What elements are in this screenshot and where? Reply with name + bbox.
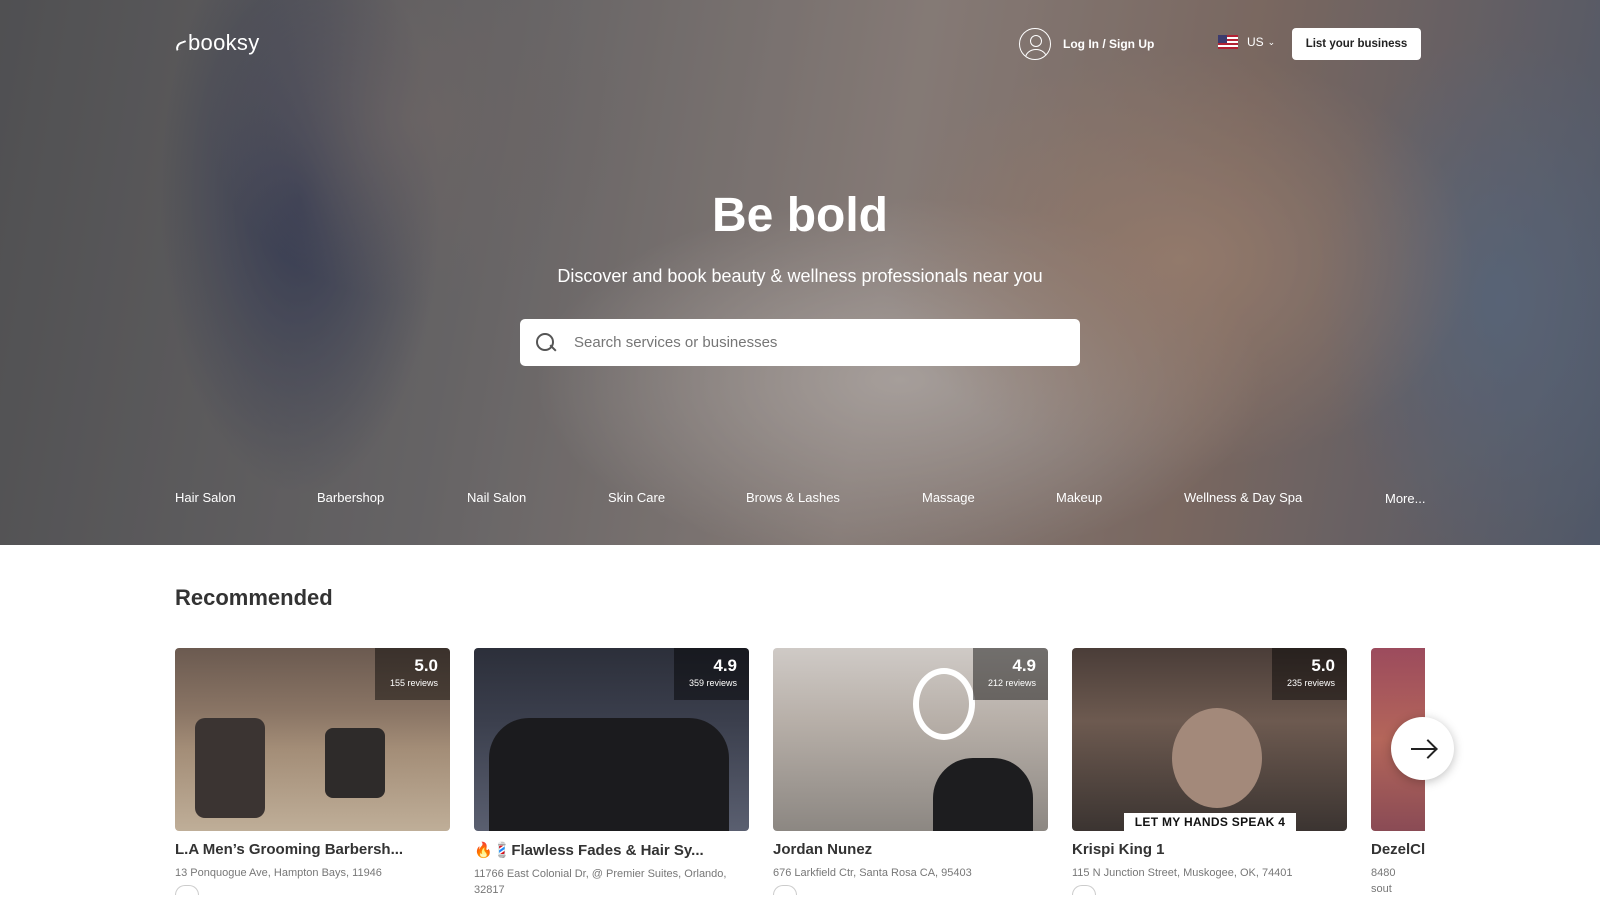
- category-nail-salon[interactable]: Nail Salon: [467, 490, 526, 505]
- business-name: Jordan Nunez: [773, 841, 873, 858]
- review-count: 235 reviews: [1286, 678, 1335, 688]
- search-input[interactable]: [574, 334, 1034, 351]
- category-makeup[interactable]: Makeup: [1056, 490, 1102, 505]
- rating-badge: 5.0 235 reviews: [1272, 648, 1347, 700]
- rating-badge: 4.9 359 reviews: [674, 648, 749, 700]
- business-card[interactable]: 5.0 155 reviews L.A Men’s Grooming Barbe…: [175, 648, 450, 895]
- carousel-next-button[interactable]: [1391, 717, 1454, 780]
- search-bar[interactable]: [520, 319, 1080, 366]
- business-photo: 5.0 155 reviews: [175, 648, 450, 831]
- business-address: 8480 sout 89183: [1371, 867, 1402, 900]
- country-code: US: [1247, 35, 1264, 49]
- business-card[interactable]: 5.0 235 reviews LET MY HANDS SPEAK 4 ME …: [1072, 648, 1347, 895]
- category-skin-care[interactable]: Skin Care: [608, 490, 665, 505]
- business-name: 🔥💈Flawless Fades & Hair Sy...: [474, 842, 704, 859]
- review-count: 212 reviews: [987, 678, 1036, 688]
- category-wellness-day-spa[interactable]: Wellness & Day Spa: [1184, 490, 1302, 505]
- login-signup-link[interactable]: Log In / Sign Up: [1019, 28, 1154, 60]
- business-photo: 5.0 235 reviews LET MY HANDS SPEAK 4 ME: [1072, 648, 1347, 831]
- business-name: DezelCl: [1371, 841, 1425, 858]
- hero-subtitle: Discover and book beauty & wellness prof…: [557, 266, 1043, 286]
- business-photo: 4.9 212 reviews: [773, 648, 1048, 831]
- rating-score: 5.0: [1311, 656, 1335, 675]
- business-address: 13 Ponquogue Ave, Hampton Bays, 11946: [175, 867, 382, 879]
- business-address: 676 Larkfield Ctr, Santa Rosa CA, 95403: [773, 867, 972, 879]
- badge-icon: [1072, 885, 1096, 895]
- category-brows-lashes[interactable]: Brows & Lashes: [746, 490, 840, 505]
- recommended-heading: Recommended: [175, 585, 333, 610]
- review-count: 155 reviews: [389, 678, 438, 688]
- hero-title: Be bold: [712, 189, 888, 242]
- list-your-business-button[interactable]: List your business: [1292, 28, 1421, 60]
- category-massage[interactable]: Massage: [922, 490, 975, 505]
- category-more[interactable]: More...: [1385, 491, 1425, 506]
- category-barbershop[interactable]: Barbershop: [317, 490, 384, 505]
- country-selector[interactable]: US ⌄: [1218, 35, 1275, 49]
- rating-badge: 5.0 155 reviews: [375, 648, 450, 700]
- arrow-right-icon: [1410, 747, 1435, 750]
- search-icon: [535, 332, 557, 354]
- rating-badge: 4.9 212 reviews: [973, 648, 1048, 700]
- rating-score: 4.9: [713, 656, 737, 675]
- review-count: 359 reviews: [688, 678, 737, 688]
- hero-section: booksy Log In / Sign Up US ⌄ List your b…: [0, 0, 1600, 545]
- rating-score: 5.0: [414, 656, 438, 675]
- business-name: L.A Men’s Grooming Barbersh...: [175, 841, 404, 858]
- photo-banner-text: LET MY HANDS SPEAK 4 ME: [1124, 813, 1296, 831]
- chevron-down-icon: ⌄: [1267, 36, 1276, 47]
- us-flag-icon: [1218, 35, 1238, 49]
- booksy-logo[interactable]: booksy: [174, 30, 260, 56]
- business-address: 11766 East Colonial Dr, @ Premier Suites…: [474, 868, 727, 896]
- category-hair-salon[interactable]: Hair Salon: [175, 490, 236, 505]
- badge-icon: [773, 885, 797, 895]
- rating-score: 4.9: [1012, 656, 1036, 675]
- login-label: Log In / Sign Up: [1063, 37, 1155, 51]
- business-address: 115 N Junction Street, Muskogee, OK, 744…: [1072, 867, 1293, 879]
- business-card[interactable]: 4.9 212 reviews Jordan Nunez 676 Larkfie…: [773, 648, 1048, 895]
- badge-icon: [175, 885, 199, 895]
- logo-text: booksy: [188, 30, 260, 55]
- business-photo: 4.9 359 reviews: [474, 648, 749, 831]
- user-icon: [1019, 28, 1051, 60]
- business-card[interactable]: 4.9 359 reviews 🔥💈Flawless Fades & Hair …: [474, 648, 749, 898]
- business-name: Krispi King 1: [1072, 841, 1165, 858]
- logo-swoosh-icon: [174, 39, 188, 51]
